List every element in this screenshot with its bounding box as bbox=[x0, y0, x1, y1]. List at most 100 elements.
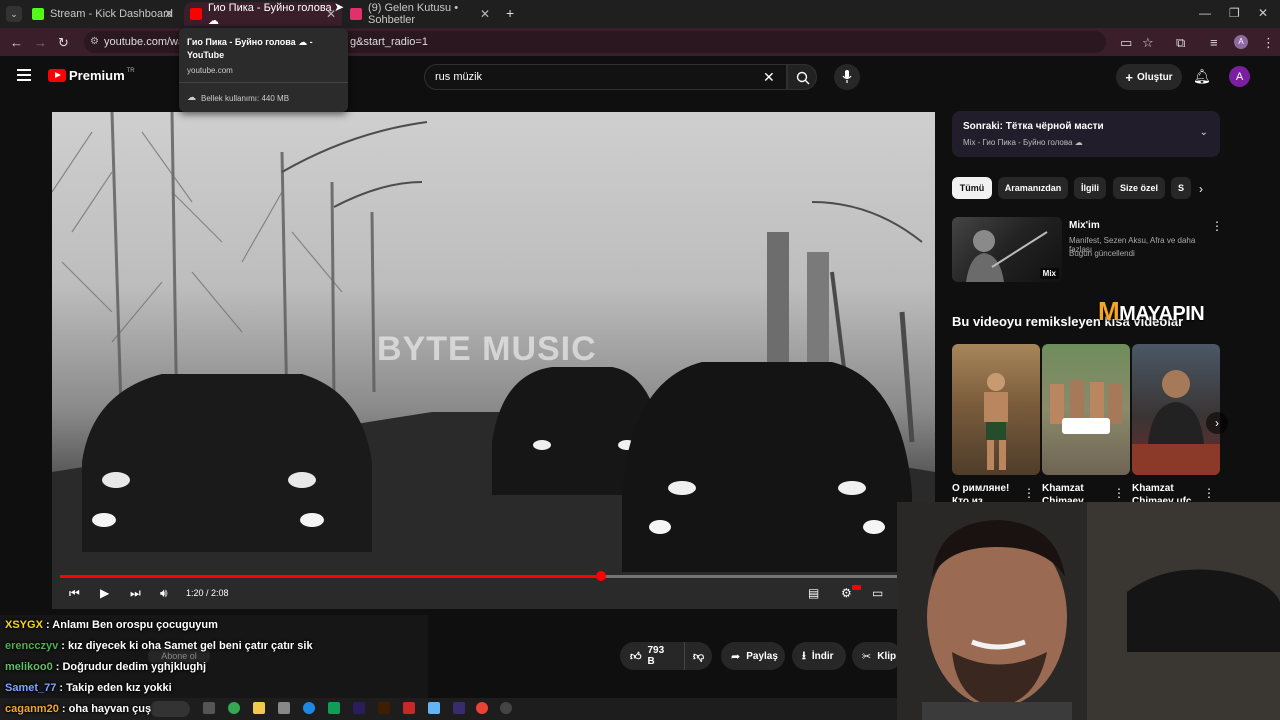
theater-mode-icon[interactable]: ▭ bbox=[872, 586, 883, 600]
webcam-image bbox=[897, 502, 1280, 720]
more-vert-icon[interactable]: ⋮ bbox=[1023, 486, 1035, 500]
more-vert-icon[interactable]: ⋮ bbox=[1203, 486, 1215, 500]
browser-tab-youtube[interactable]: Гио Пика - Буйно голова ☁ ✕ bbox=[184, 2, 342, 27]
chat-message: XSYGX : Anlamı Ben orospu çocuguyum bbox=[5, 619, 218, 631]
app-icon[interactable] bbox=[278, 702, 290, 714]
share-button[interactable]: ➦ Paylaş bbox=[721, 642, 785, 670]
app-icon[interactable] bbox=[403, 702, 415, 714]
previous-icon[interactable]: ⏮ bbox=[69, 586, 80, 601]
chat-text: kız diyecek ki oha Samet gel beni çatır … bbox=[68, 640, 313, 652]
illustrator-icon[interactable] bbox=[378, 702, 390, 714]
close-icon[interactable]: ✕ bbox=[164, 7, 174, 21]
logo-text: Premium bbox=[69, 68, 125, 83]
app-icon[interactable] bbox=[428, 702, 440, 714]
youtube-logo[interactable]: Premium TR bbox=[48, 68, 135, 83]
app-icon[interactable] bbox=[500, 702, 512, 714]
chat-text: Doğrudur dedim yghjklughj bbox=[62, 661, 207, 673]
chip-related[interactable]: İlgili bbox=[1074, 177, 1106, 199]
mix-badge: Mix bbox=[1039, 268, 1059, 279]
volume-icon[interactable]: 🔊︎ bbox=[160, 586, 168, 601]
hamburger-menu-icon[interactable] bbox=[17, 69, 31, 81]
chrome-icon[interactable] bbox=[228, 702, 240, 714]
chat-username[interactable]: Samet_77 bbox=[5, 682, 56, 694]
bookmark-star-icon[interactable]: ☆ bbox=[1142, 35, 1154, 51]
chat-username[interactable]: erencczyv bbox=[5, 640, 58, 652]
restore-icon[interactable]: ❐ bbox=[1229, 6, 1240, 20]
chat-username[interactable]: caganm20 bbox=[5, 703, 59, 715]
window-close-icon[interactable]: ✕ bbox=[1258, 6, 1268, 20]
forward-icon[interactable]: → bbox=[34, 35, 47, 50]
chat-username[interactable]: XSYGX bbox=[5, 619, 43, 631]
create-button[interactable]: + Oluştur bbox=[1116, 64, 1182, 90]
dislike-button[interactable]: 👎︎ bbox=[684, 642, 712, 670]
scissors-icon: ✂ bbox=[862, 650, 872, 663]
new-tab-button[interactable]: + bbox=[506, 5, 514, 21]
short-thumbnail[interactable] bbox=[952, 344, 1040, 475]
mix-thumbnail[interactable]: Mix bbox=[952, 217, 1062, 282]
chevron-right-icon[interactable]: › bbox=[1199, 182, 1203, 196]
avatar[interactable]: A bbox=[1229, 66, 1250, 87]
chip-from-search[interactable]: Aramanızdan bbox=[998, 177, 1068, 199]
app-icon[interactable] bbox=[328, 702, 340, 714]
back-icon[interactable]: ← bbox=[10, 35, 23, 50]
more-vert-icon[interactable]: ⋮ bbox=[1211, 219, 1223, 233]
cast-icon[interactable]: ▭ bbox=[1120, 35, 1132, 51]
hover-card-title: Гио Пика - Буйно голова ☁ - YouTube bbox=[187, 37, 313, 60]
playlist-up-next[interactable]: Sonraki: Тётка чёрной масти Mix - Гио Пи… bbox=[952, 111, 1220, 157]
chat-message: erencczyv : kız diyecek ki oha Samet gel… bbox=[5, 640, 313, 652]
minimize-icon[interactable]: — bbox=[1199, 6, 1211, 20]
like-button[interactable]: 👍︎ 793 B bbox=[620, 642, 684, 670]
tab-label: (9) Gelen Kutusu • Sohbetler bbox=[368, 2, 459, 26]
time-display: 1:20 / 2:08 bbox=[186, 588, 229, 598]
browser-tab-instagram[interactable]: (9) Gelen Kutusu • Sohbetler ✕ bbox=[344, 2, 496, 26]
divider bbox=[179, 82, 348, 83]
video-player[interactable]: BYTE MUSIC bbox=[52, 112, 935, 609]
short-thumbnail[interactable] bbox=[1132, 344, 1220, 475]
subtitles-icon[interactable]: ▤ bbox=[808, 586, 819, 600]
settings-gear-icon[interactable]: ⚙ bbox=[841, 586, 852, 600]
like-count: 793 B bbox=[647, 645, 665, 667]
chat-username[interactable]: melikoo0 bbox=[5, 661, 53, 673]
browser-tab-kick[interactable]: Stream - Kick Dashboard ✕ bbox=[26, 2, 180, 26]
chip-for-you[interactable]: Size özel bbox=[1113, 177, 1165, 199]
progress-scrubber-handle[interactable] bbox=[595, 571, 606, 581]
chip-more[interactable]: S bbox=[1171, 177, 1191, 199]
search-widget[interactable] bbox=[150, 701, 190, 717]
download-button[interactable]: ⭳ İndir bbox=[792, 642, 846, 670]
file-explorer-icon[interactable] bbox=[253, 702, 265, 714]
shorts-next-arrow-icon[interactable]: › bbox=[1206, 412, 1228, 434]
share-arrow-icon: ➦ bbox=[731, 650, 741, 663]
site-info-icon[interactable]: ⚙ bbox=[90, 36, 99, 47]
browser-tab-bar: ⌄ Stream - Kick Dashboard ✕ Гио Пика - Б… bbox=[0, 0, 1280, 28]
voice-search-button[interactable] bbox=[834, 64, 860, 90]
play-icon[interactable]: ▶ bbox=[100, 586, 109, 600]
browser-profile-avatar[interactable]: A bbox=[1234, 35, 1248, 49]
reload-icon[interactable]: ↻ bbox=[58, 35, 69, 51]
next-icon[interactable]: ⏭ bbox=[130, 586, 141, 601]
mix-title[interactable]: Mix'im bbox=[1069, 220, 1100, 231]
search-input[interactable]: rus müzik ✕ bbox=[424, 64, 787, 90]
premiere-icon[interactable] bbox=[353, 702, 365, 714]
edge-icon[interactable] bbox=[303, 702, 315, 714]
menu-kebab-icon[interactable]: ⋮ bbox=[1262, 35, 1275, 51]
chip-all[interactable]: Tümü bbox=[952, 177, 992, 199]
app-icon[interactable] bbox=[453, 702, 465, 714]
task-view-icon[interactable] bbox=[203, 702, 215, 714]
more-vert-icon[interactable]: ⋮ bbox=[1113, 486, 1125, 500]
notifications-bell-icon[interactable]: 🔔︎ bbox=[1193, 68, 1211, 85]
webcam-overlay bbox=[897, 502, 1280, 720]
search-button[interactable] bbox=[787, 64, 817, 90]
progress-bar[interactable] bbox=[60, 575, 897, 578]
extensions-icon[interactable]: ⧉ bbox=[1176, 35, 1185, 51]
hover-card-domain: youtube.com bbox=[187, 66, 233, 75]
clip-button[interactable]: ✂ Klip bbox=[852, 642, 902, 670]
chevron-down-icon[interactable]: ⌄ bbox=[1200, 127, 1208, 138]
clear-search-icon[interactable]: ✕ bbox=[763, 69, 775, 86]
chat-text: Anlamı Ben orospu çocuguyum bbox=[52, 619, 218, 631]
chrome-icon[interactable] bbox=[476, 702, 488, 714]
mouse-cursor-icon: ➤ bbox=[334, 0, 345, 14]
close-icon[interactable]: ✕ bbox=[480, 7, 490, 21]
tab-list-button[interactable]: ⌄ bbox=[6, 6, 22, 22]
media-icon[interactable]: ≡ bbox=[1210, 35, 1218, 50]
short-thumbnail[interactable] bbox=[1042, 344, 1130, 475]
